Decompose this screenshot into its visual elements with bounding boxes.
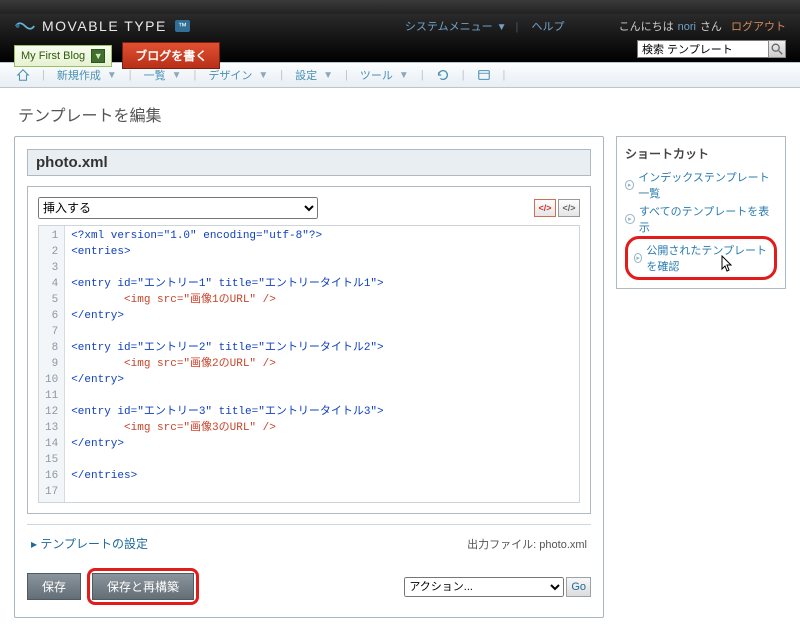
menu-settings[interactable]: 設定▼ bbox=[289, 67, 339, 83]
logout-link[interactable]: ログアウト bbox=[731, 21, 786, 33]
search-box bbox=[637, 40, 786, 58]
logo-badge: ™ bbox=[175, 20, 190, 32]
bullet-icon: ▸ bbox=[634, 253, 642, 263]
search-input[interactable] bbox=[637, 40, 769, 58]
rebuild-icon[interactable] bbox=[430, 68, 456, 82]
code-body[interactable]: <?xml version="1.0" encoding="utf-8"?> <… bbox=[65, 226, 579, 502]
system-menu-link[interactable]: システムメニュー bbox=[405, 21, 493, 33]
chevron-down-icon: ▼ bbox=[91, 49, 105, 63]
hello-prefix: こんにちは bbox=[619, 21, 674, 33]
editor-area: 挿入する </> </> 1 2 3 4 5 6 7 8 9 10 11 12 … bbox=[27, 186, 591, 514]
home-icon[interactable] bbox=[10, 68, 36, 82]
save-button[interactable]: 保存 bbox=[27, 573, 81, 600]
sidebar-title: ショートカット bbox=[625, 145, 777, 166]
action-select[interactable]: アクション... bbox=[404, 577, 564, 597]
write-blog-button[interactable]: ブログを書く bbox=[122, 42, 220, 69]
search-button[interactable] bbox=[768, 40, 786, 58]
blog-name: My First Blog bbox=[21, 50, 85, 62]
menu-new[interactable]: 新規作成▼ bbox=[51, 67, 123, 83]
user-link[interactable]: nori bbox=[678, 21, 696, 33]
menu-list[interactable]: 一覧▼ bbox=[138, 67, 188, 83]
line-gutter: 1 2 3 4 5 6 7 8 9 10 11 12 13 14 15 16 1… bbox=[39, 226, 65, 502]
highlight-save-rebuild: 保存と再構築 bbox=[87, 568, 199, 605]
highlight-published-link: ▸公開されたテンプレートを確認 bbox=[625, 236, 777, 280]
hello-suffix: さん bbox=[700, 21, 722, 33]
top-links: システムメニュー▼ | ヘルプ こんにちはnoriさん ログアウト bbox=[401, 18, 786, 34]
insert-select[interactable]: 挿入する bbox=[38, 197, 318, 219]
go-button[interactable]: Go bbox=[566, 577, 591, 597]
main-panel: photo.xml 挿入する </> </> 1 2 3 4 5 6 7 8 9… bbox=[14, 136, 604, 618]
sidebar: ショートカット ▸インデックステンプレート一覧 ▸すべてのテンプレートを表示 ▸… bbox=[616, 136, 786, 618]
menu-tools[interactable]: ツール▼ bbox=[354, 67, 415, 83]
template-name-field[interactable]: photo.xml bbox=[27, 149, 591, 176]
logo-text: MOVABLE TYPE bbox=[42, 18, 167, 34]
page-title: テンプレートを編集 bbox=[0, 88, 800, 136]
cursor-icon bbox=[718, 255, 734, 278]
shortcut-index-templates[interactable]: ▸インデックステンプレート一覧 bbox=[625, 168, 777, 202]
code-view-toggle-html[interactable]: </> bbox=[534, 199, 556, 217]
output-file: 出力ファイル: photo.xml bbox=[467, 536, 587, 552]
shortcut-all-templates[interactable]: ▸すべてのテンプレートを表示 bbox=[625, 202, 777, 236]
save-rebuild-button[interactable]: 保存と再構築 bbox=[92, 573, 194, 600]
bullet-icon: ▸ bbox=[625, 180, 634, 190]
code-view-toggle-plain[interactable]: </> bbox=[558, 199, 580, 217]
code-editor[interactable]: 1 2 3 4 5 6 7 8 9 10 11 12 13 14 15 16 1… bbox=[38, 225, 580, 503]
template-settings-link[interactable]: テンプレートの設定 bbox=[31, 535, 148, 552]
menu-design[interactable]: デザイン▼ bbox=[202, 67, 274, 83]
help-link[interactable]: ヘルプ bbox=[531, 21, 564, 33]
blog-selector[interactable]: My First Blog ▼ bbox=[14, 45, 112, 67]
shortcut-published-template[interactable]: ▸公開されたテンプレートを確認 bbox=[634, 242, 768, 274]
bullet-icon: ▸ bbox=[625, 214, 635, 224]
view-site-icon[interactable] bbox=[471, 68, 497, 82]
